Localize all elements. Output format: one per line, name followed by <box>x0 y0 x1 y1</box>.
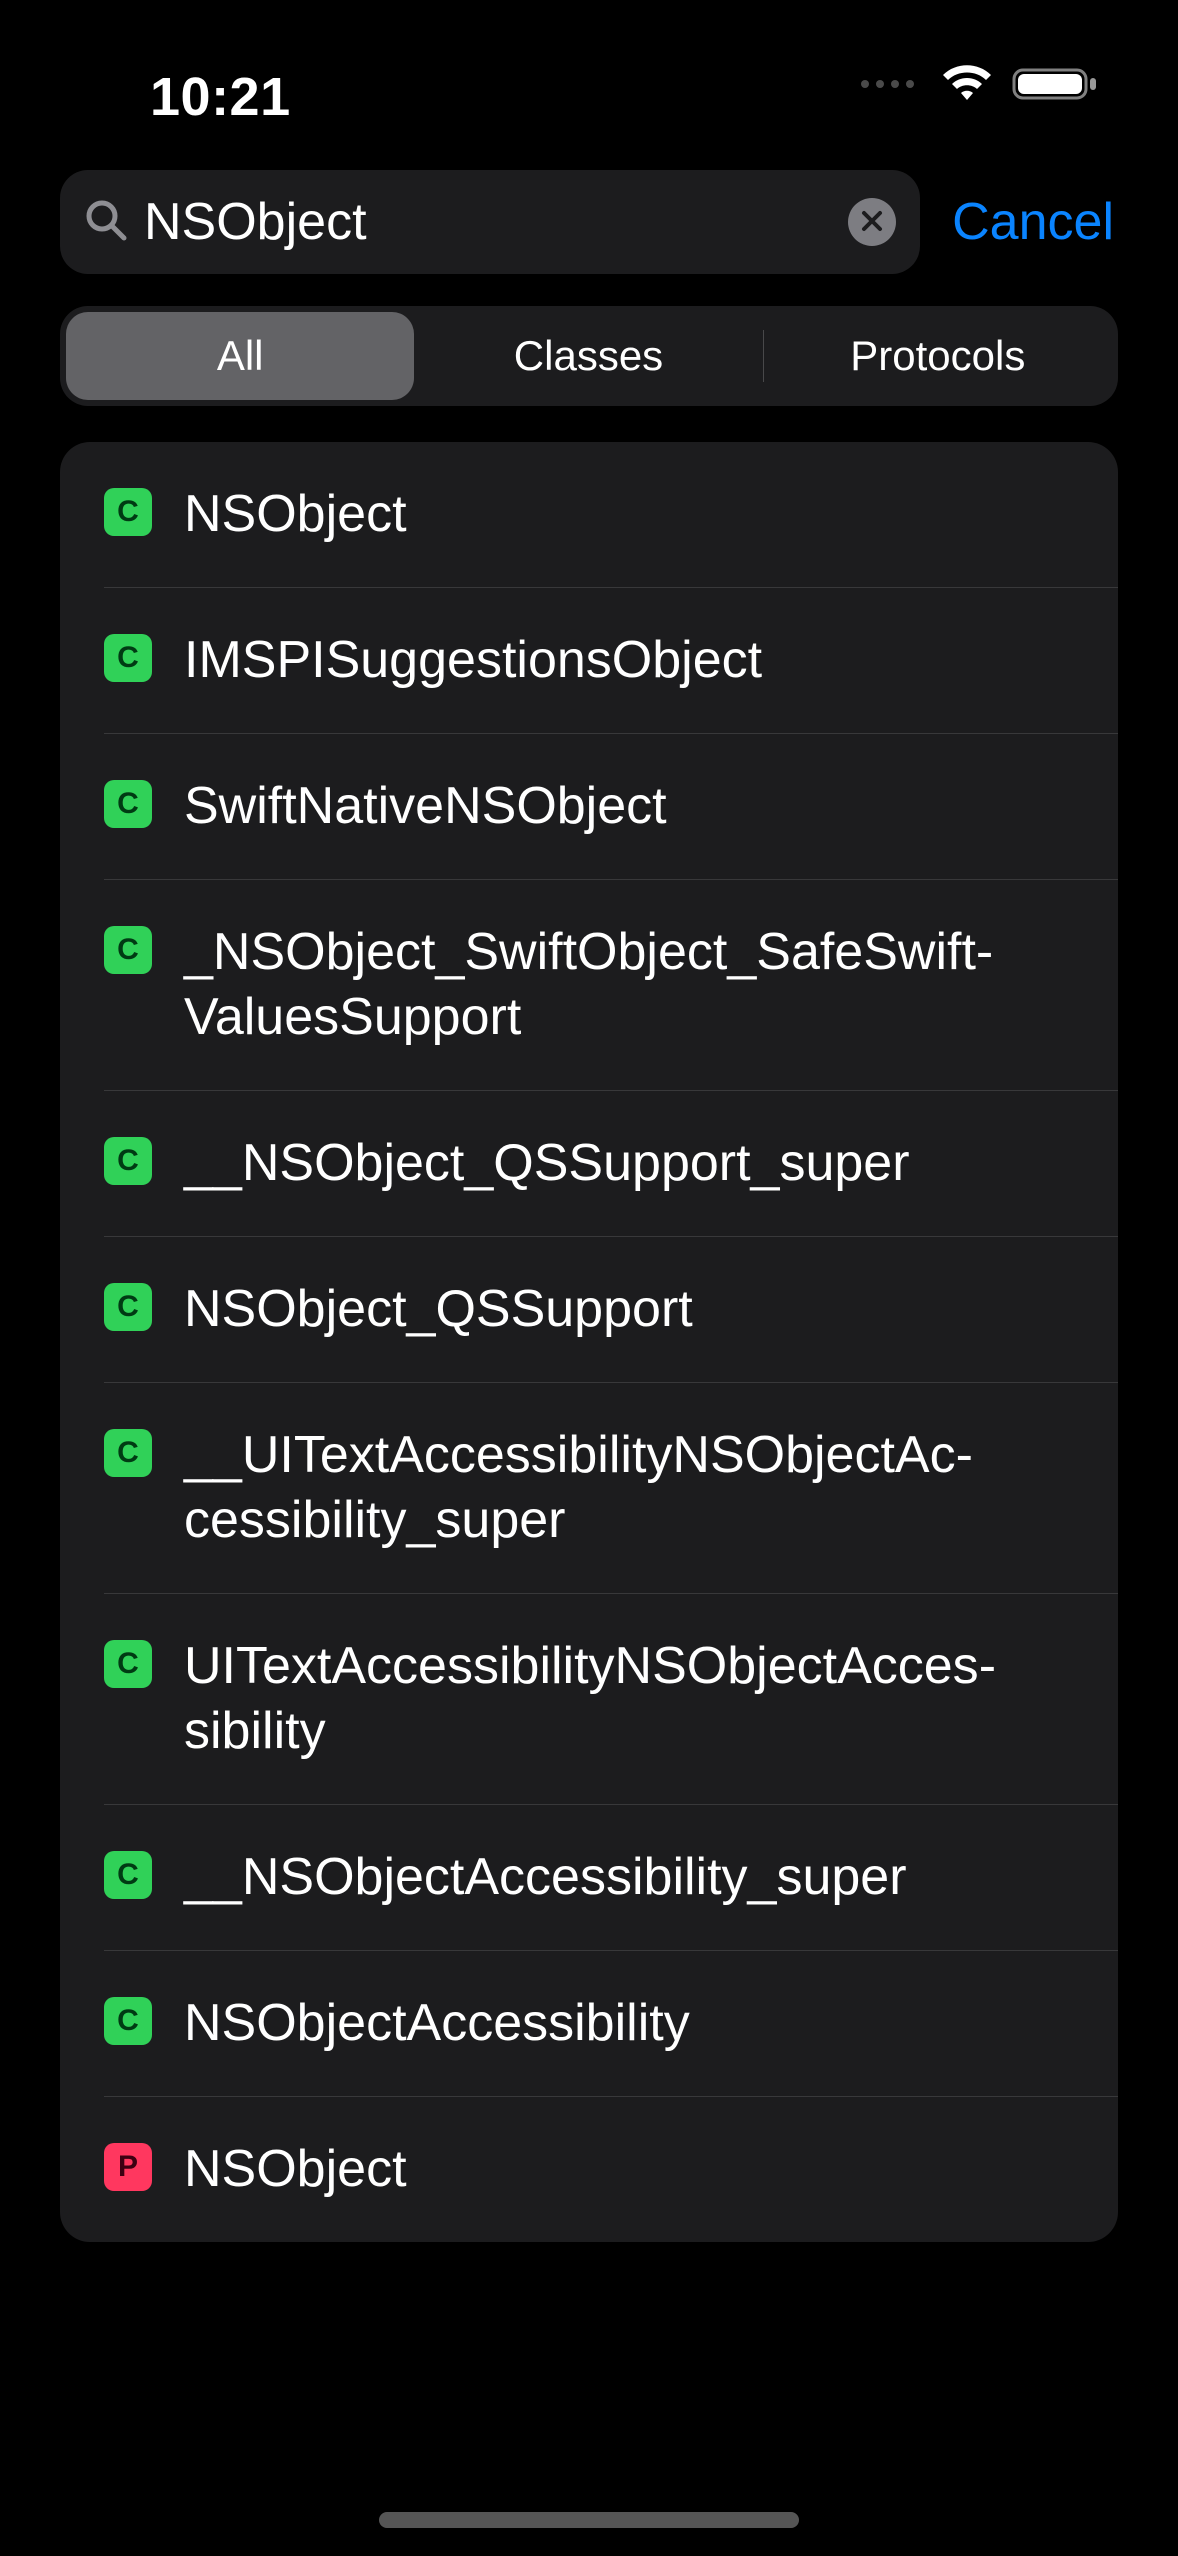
result-row[interactable]: C __UITextAccessibilityNSObjectAc­cessibi… <box>104 1383 1118 1594</box>
status-icons <box>861 64 1098 104</box>
battery-icon <box>1012 64 1098 104</box>
result-row[interactable]: C NSObject_QSSupport <box>104 1237 1118 1383</box>
result-row[interactable]: C __NSObjectAccessibility_super <box>104 1805 1118 1951</box>
result-name: __NSObjectAccessibility_super <box>184 1845 1074 1910</box>
result-name: UITextAccessibilityNSObjectAcces­sibilit… <box>184 1634 1074 1764</box>
result-name: IMSPISuggestionsObject <box>184 628 1074 693</box>
segment-all[interactable]: All <box>66 312 414 400</box>
close-icon <box>860 209 884 236</box>
cellular-dots-icon <box>861 80 914 88</box>
result-row[interactable]: C IMSPISuggestionsObject <box>104 588 1118 734</box>
result-name: SwiftNativeNSObject <box>184 774 1074 839</box>
status-bar: 10:21 <box>0 0 1178 160</box>
search-icon <box>84 198 128 247</box>
class-badge-icon: C <box>104 1851 152 1899</box>
result-name: __UITextAccessibilityNSObjectAc­cessibil… <box>184 1423 1074 1553</box>
result-row[interactable]: P NSObject <box>104 2097 1118 2242</box>
segment-classes[interactable]: Classes <box>414 312 762 400</box>
class-badge-icon: C <box>104 1997 152 2045</box>
protocol-badge-icon: P <box>104 2143 152 2191</box>
result-row[interactable]: C _NSObject_SwiftObject_SafeSwift­ValuesS… <box>104 880 1118 1091</box>
clear-search-button[interactable] <box>848 198 896 246</box>
results-list: C NSObject C IMSPISuggestionsObject C SwiftNa… <box>60 442 1118 2242</box>
class-badge-icon: C <box>104 1137 152 1185</box>
class-badge-icon: C <box>104 488 152 536</box>
wifi-icon <box>940 64 994 104</box>
result-name: _NSObject_SwiftObject_SafeSwift­ValuesSu… <box>184 920 1074 1050</box>
status-time: 10:21 <box>150 66 291 128</box>
result-row[interactable]: C __NSObject_QSSupport_super <box>104 1091 1118 1237</box>
class-badge-icon: C <box>104 1640 152 1688</box>
cancel-button[interactable]: Cancel <box>952 192 1118 252</box>
class-badge-icon: C <box>104 634 152 682</box>
result-row[interactable]: C NSObjectAccessibility <box>104 1951 1118 2097</box>
result-name: __NSObject_QSSupport_super <box>184 1131 1074 1196</box>
filter-segmented-control: All Classes Protocols <box>60 306 1118 406</box>
result-row[interactable]: C UITextAccessibilityNSObjectAcces­sibili… <box>104 1594 1118 1805</box>
result-name: NSObject <box>184 2137 1074 2202</box>
class-badge-icon: C <box>104 780 152 828</box>
search-row: Cancel <box>0 170 1178 274</box>
class-badge-icon: C <box>104 926 152 974</box>
segment-protocols[interactable]: Protocols <box>764 312 1112 400</box>
home-indicator <box>379 2512 799 2528</box>
result-name: NSObjectAccessibility <box>184 1991 1074 2056</box>
result-name: NSObject_QSSupport <box>184 1277 1074 1342</box>
class-badge-icon: C <box>104 1429 152 1477</box>
result-row[interactable]: C NSObject <box>104 442 1118 588</box>
search-input[interactable] <box>128 192 848 252</box>
class-badge-icon: C <box>104 1283 152 1331</box>
result-row[interactable]: C SwiftNativeNSObject <box>104 734 1118 880</box>
search-field[interactable] <box>60 170 920 274</box>
result-name: NSObject <box>184 482 1074 547</box>
